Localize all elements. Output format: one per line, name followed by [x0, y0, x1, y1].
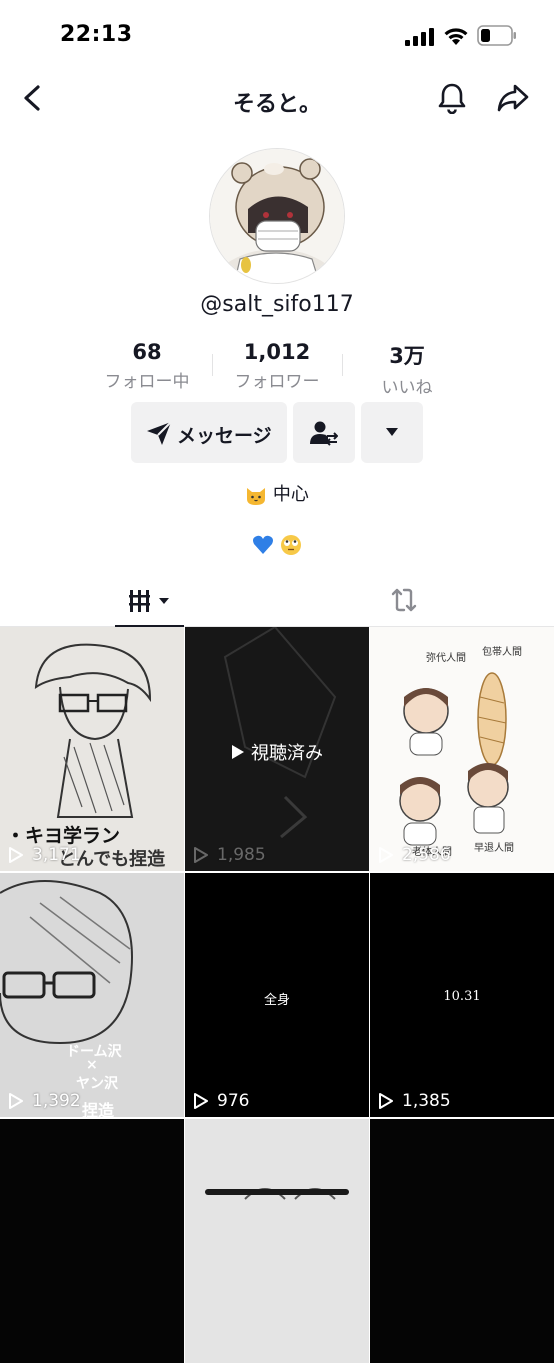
view-count-text: 1,392: [32, 1091, 81, 1111]
home-indicator: [205, 1189, 349, 1195]
grid-view-icon: [129, 590, 169, 612]
video-thumbnail[interactable]: [185, 1119, 369, 1363]
view-count-text: 3,171: [32, 845, 81, 865]
sketch-drawing: [244, 1188, 336, 1200]
followers-count: 1,012: [243, 340, 311, 364]
play-icon: [9, 847, 23, 863]
play-icon: [194, 847, 208, 863]
view-count: 1,385: [378, 1091, 451, 1111]
more-options-button[interactable]: [361, 402, 423, 463]
view-count: 2,586: [378, 845, 451, 865]
thumbnail-caption-x: ×: [86, 1057, 98, 1073]
profile-tabs: [0, 574, 554, 627]
nav-bar: そると。: [0, 72, 554, 124]
play-icon: [379, 847, 393, 863]
watched-text: 視聴済み: [251, 743, 323, 764]
video-thumbnail[interactable]: ドーム沢 × ヤン沢 捏造 1,392: [0, 873, 184, 1117]
stat-following[interactable]: 68 フォロー中: [92, 340, 202, 392]
user-swap-icon: [310, 421, 338, 446]
signal-icon: [405, 28, 434, 46]
view-count: 1,985: [193, 845, 266, 865]
bio-line-1: 中心: [0, 480, 554, 506]
following-count: 68: [132, 340, 162, 364]
thumbnail-caption-3: 捏造: [82, 1101, 115, 1117]
play-icon: [9, 1093, 23, 1109]
thumbnail-caption: ・キヨ学ラン: [6, 825, 121, 847]
thumbnail-label: 包帯人間: [482, 647, 522, 658]
stat-likes[interactable]: 3万 いいね: [352, 340, 462, 398]
bio-text: 中心: [272, 484, 309, 505]
view-count: 976: [193, 1091, 249, 1111]
cat-emoji-icon: [247, 488, 266, 505]
caret-down-icon: [386, 428, 398, 436]
thumbnail-overlay-text: 全身: [263, 993, 290, 1008]
follow-status-button[interactable]: [293, 402, 355, 463]
watched-label: 視聴済み: [231, 739, 323, 765]
stat-divider: [212, 354, 213, 376]
thumbnail-overlay-text: 10.31: [443, 989, 481, 1004]
blue-heart-icon: [253, 535, 274, 554]
video-thumbnail[interactable]: 10.31 1,385: [370, 873, 554, 1117]
bell-icon[interactable]: [436, 82, 468, 114]
bio-line-2: [0, 534, 554, 556]
video-thumbnail[interactable]: ・キヨ学ラン とんでも捏造 3,171: [0, 627, 184, 871]
page-title: そると。: [232, 92, 321, 117]
send-icon: [147, 421, 172, 445]
profile-stats: 68 フォロー中 1,012 フォロワー 3万 いいね: [92, 340, 462, 398]
video-thumbnail[interactable]: 視聴済み 1,985: [185, 627, 369, 871]
avatar[interactable]: [209, 148, 345, 284]
status-time: 22:13: [60, 22, 133, 47]
view-count-text: 1,985: [217, 845, 266, 865]
share-icon[interactable]: [496, 82, 530, 114]
followers-label: フォロワー: [234, 372, 320, 392]
view-count-text: 976: [217, 1091, 250, 1111]
play-icon: [379, 1093, 393, 1109]
message-button-label: メッセージ: [177, 425, 272, 447]
tab-videos[interactable]: [115, 574, 184, 627]
likes-count: 3万: [389, 344, 425, 368]
play-icon: [194, 1093, 208, 1109]
view-count: 3,171: [8, 845, 81, 865]
thumbnail-caption-2: ヤン沢: [76, 1076, 118, 1092]
video-thumbnail[interactable]: [370, 1119, 554, 1363]
play-icon: [232, 745, 244, 759]
view-count-text: 1,385: [402, 1091, 451, 1111]
stat-followers[interactable]: 1,012 フォロワー: [222, 340, 332, 392]
stat-divider: [342, 354, 343, 376]
message-button[interactable]: メッセージ: [131, 402, 287, 463]
thumbnail-label: 早退人間: [474, 843, 514, 854]
thumbnail-label: 弥代人間: [426, 653, 466, 664]
username: @salt_sifo117: [200, 292, 354, 317]
status-bar: 22:13: [0, 0, 554, 72]
eye-roll-emoji-icon: [280, 535, 301, 555]
tab-reposts[interactable]: [370, 574, 439, 626]
video-thumbnail[interactable]: [0, 1119, 184, 1363]
likes-label: いいね: [381, 378, 433, 398]
view-count-text: 2,586: [402, 845, 451, 865]
battery-icon: [477, 25, 516, 46]
repost-icon: [391, 588, 417, 612]
following-label: フォロー中: [104, 372, 190, 392]
video-thumbnail[interactable]: 全身 976: [185, 873, 369, 1117]
wifi-icon: [444, 28, 468, 45]
video-thumbnail[interactable]: 弥代人間 包帯人間 老体人間 早退人間 2,586: [370, 627, 554, 871]
view-count: 1,392: [8, 1091, 81, 1111]
